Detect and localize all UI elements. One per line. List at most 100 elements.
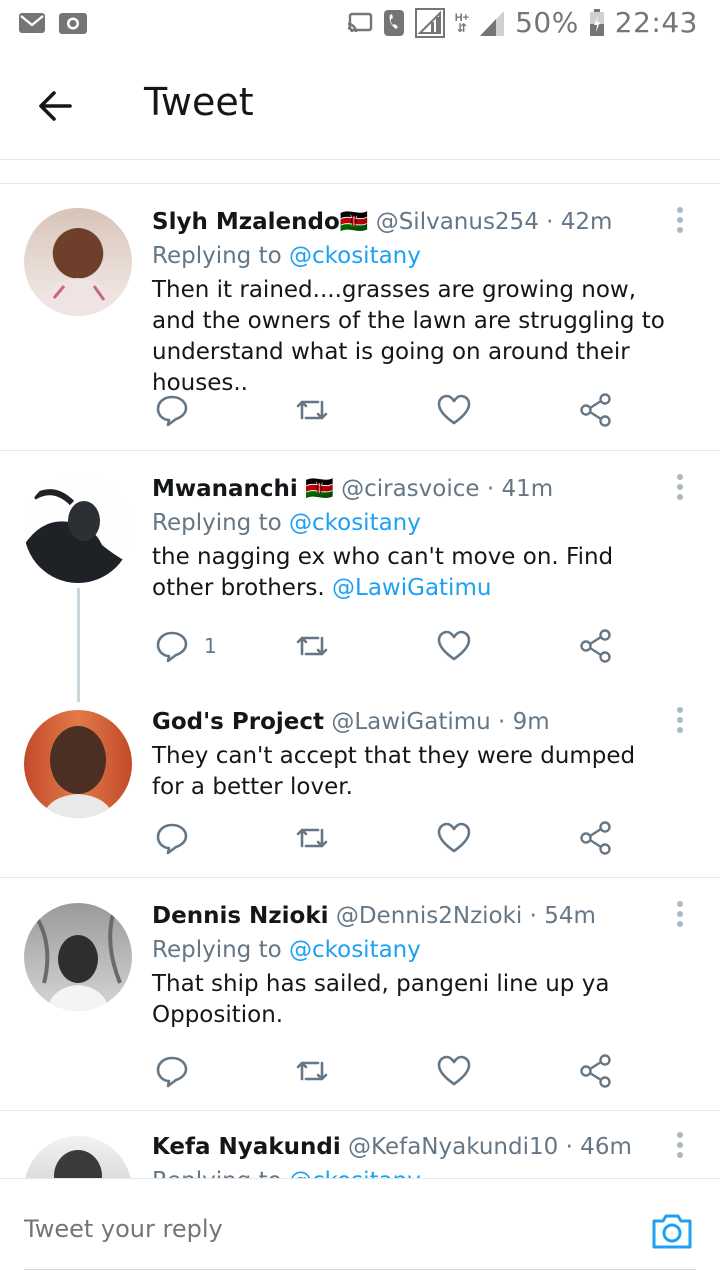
tweet-actions [152, 818, 632, 858]
tweet-meta: Dennis Nzioki @Dennis2Nzioki · 54m [152, 901, 670, 931]
tweet-actions [152, 390, 632, 430]
share-icon [580, 821, 611, 855]
retweet-button[interactable] [294, 818, 330, 858]
cell-signal-icon [480, 10, 505, 36]
share-button[interactable] [578, 390, 614, 430]
input-underline [24, 1269, 696, 1270]
reply-button[interactable] [154, 818, 190, 858]
retweet-button[interactable] [294, 1051, 330, 1091]
mention-link[interactable]: @LawiGatimu [332, 575, 491, 601]
display-name[interactable]: Kefa Nyakundi [152, 1134, 341, 1160]
share-button[interactable] [578, 1051, 614, 1091]
camera-icon [652, 1214, 692, 1249]
battery-percent: 50% [515, 6, 579, 39]
like-button[interactable] [436, 390, 472, 430]
mail-notification-icon [19, 13, 45, 33]
user-photo [32, 910, 122, 1011]
share-icon [580, 1054, 611, 1088]
user-photo [38, 228, 118, 316]
retweet-button[interactable] [294, 626, 330, 666]
user-handle[interactable]: @Dennis2Nzioki [336, 903, 522, 929]
tweet-actions: 1 [152, 626, 632, 666]
replying-to-link[interactable]: @ckositany [289, 937, 421, 963]
call-icon [383, 9, 404, 36]
thread-connector [77, 588, 80, 702]
status-bar: H+ ⇵ 50% 22:43 [0, 0, 720, 50]
tweet-time: · 41m [486, 476, 554, 502]
user-handle[interactable]: @LawiGatimu [331, 709, 490, 735]
user-handle[interactable]: @cirasvoice [341, 476, 479, 502]
display-name[interactable]: Mwananchi [152, 476, 298, 502]
like-button[interactable] [436, 1051, 472, 1091]
share-icon [580, 629, 611, 663]
tweet-time: · 46m [565, 1134, 632, 1160]
retweet-button[interactable] [294, 390, 330, 430]
tweet-item[interactable]: Slyh Mzalendo🇰🇪 @Silvanus254 · 42m Reply… [0, 185, 720, 451]
display-name[interactable]: Dennis Nzioki [152, 903, 329, 929]
more-options-button[interactable] [670, 474, 690, 508]
heart-icon [437, 630, 471, 661]
tweet-text: Then it rained....grasses are growing no… [152, 277, 665, 396]
reply-icon [156, 823, 188, 855]
camera-button[interactable] [650, 1209, 694, 1253]
reply-composer [0, 1178, 720, 1280]
avatar[interactable] [24, 903, 132, 1011]
page-title: Tweet [144, 80, 254, 124]
reply-button[interactable] [154, 1051, 190, 1091]
replying-to: Replying to @ckositany [152, 937, 421, 963]
like-button[interactable] [436, 626, 472, 666]
avatar[interactable] [24, 1136, 132, 1178]
tweet-item[interactable]: Mwananchi 🇰🇪 @cirasvoice · 41m Replying … [0, 452, 720, 702]
tweet-item[interactable]: God's Project @LawiGatimu · 9m They can'… [0, 697, 720, 878]
display-name[interactable]: God's Project [152, 709, 324, 735]
reply-icon [156, 1056, 188, 1088]
tweet-text: That ship has sailed, pangeni line up ya… [152, 971, 610, 1028]
reply-button[interactable]: 1 [154, 626, 217, 666]
tweet-item[interactable]: Dennis Nzioki @Dennis2Nzioki · 54m Reply… [0, 879, 720, 1111]
tweet-meta: Slyh Mzalendo🇰🇪 @Silvanus254 · 42m [152, 207, 670, 237]
tweet-meta: Kefa Nyakundi @KefaNyakundi10 · 46m [152, 1132, 670, 1162]
battery-icon [589, 8, 604, 36]
heart-icon [437, 1055, 471, 1086]
replying-to: Replying to @ckositany [152, 243, 421, 269]
avatar[interactable] [24, 710, 132, 818]
reply-input[interactable] [24, 1215, 584, 1243]
replying-to-link[interactable]: @ckositany [289, 243, 421, 269]
more-options-button[interactable] [670, 1132, 690, 1166]
heart-icon [437, 822, 471, 853]
more-options-button[interactable] [670, 707, 690, 741]
reply-button[interactable] [154, 390, 204, 430]
retweet-icon [296, 1061, 328, 1081]
photo-notification-icon [59, 13, 87, 34]
replying-to-link[interactable]: @ckositany [289, 1168, 421, 1178]
user-photo [24, 489, 132, 583]
tweet-actions [152, 1051, 632, 1091]
replying-to: Replying to @ckositany [152, 510, 421, 536]
clock: 22:43 [614, 6, 698, 39]
arrow-left-icon [39, 91, 72, 121]
replying-to-link[interactable]: @ckositany [289, 510, 421, 536]
user-photo [54, 1150, 102, 1178]
share-button[interactable] [578, 818, 614, 858]
more-options-button[interactable] [670, 207, 690, 241]
display-name[interactable]: Slyh Mzalendo [152, 209, 340, 235]
user-handle[interactable]: @KefaNyakundi10 [348, 1134, 558, 1160]
retweet-icon [296, 636, 328, 656]
reply-icon [156, 395, 188, 427]
user-handle[interactable]: @Silvanus254 [376, 209, 539, 235]
tweet-item[interactable]: Kefa Nyakundi @KefaNyakundi10 · 46m Repl… [0, 1112, 720, 1178]
divider [0, 160, 720, 184]
network-type: H+ ⇵ [454, 11, 470, 35]
share-button[interactable] [578, 626, 614, 666]
tweet-time: · 54m [529, 903, 596, 929]
avatar[interactable] [24, 475, 132, 583]
like-button[interactable] [436, 818, 472, 858]
retweet-icon [296, 828, 328, 848]
back-button[interactable] [30, 80, 82, 132]
tweet-meta: Mwananchi 🇰🇪 @cirasvoice · 41m [152, 474, 670, 504]
share-icon [580, 393, 611, 427]
avatar[interactable] [24, 208, 132, 316]
tweet-text: the nagging ex who can't move on. Find o… [152, 544, 614, 601]
tweet-text: They can't accept that they were dumped … [152, 743, 636, 800]
more-options-button[interactable] [670, 901, 690, 935]
